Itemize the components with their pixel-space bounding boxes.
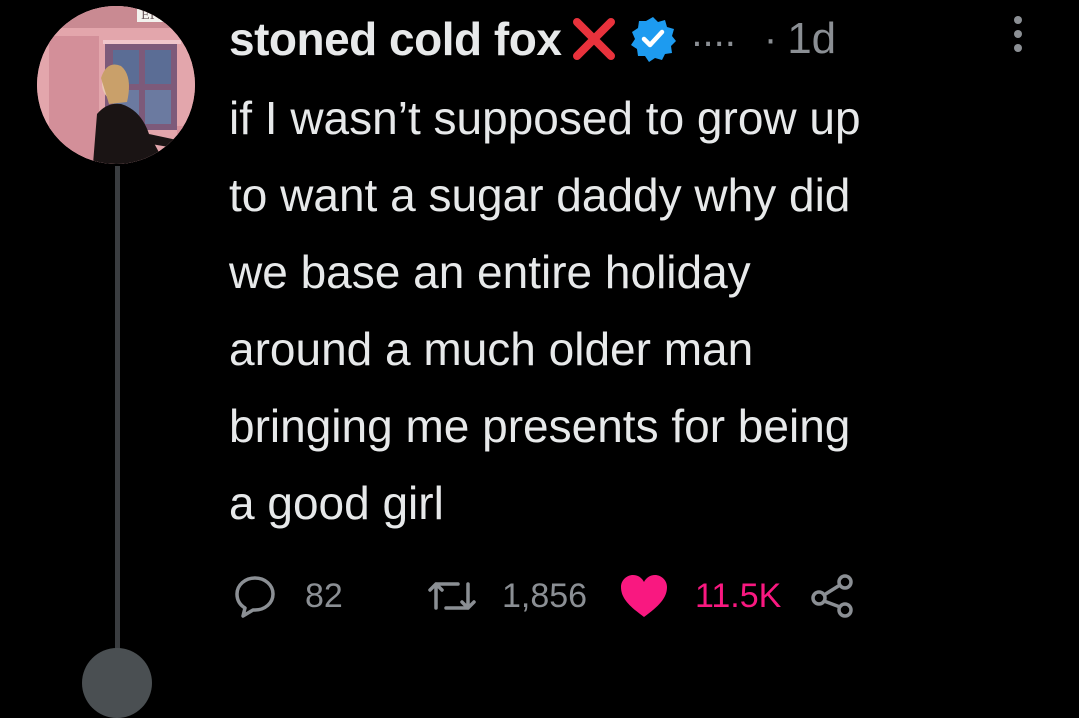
- name-truncation: ....: [691, 10, 736, 55]
- retweet-arrows-icon: [428, 582, 476, 610]
- avatar-sign-text: EPHO: [141, 8, 178, 22]
- vertical-dots-icon[interactable]: [1012, 14, 1024, 54]
- tweet-text: if I wasn’t supposed to grow up to want …: [229, 92, 861, 529]
- verified-badge-icon[interactable]: [629, 15, 677, 63]
- reply-count: 82: [305, 576, 343, 615]
- display-name[interactable]: stoned cold fox: [229, 12, 562, 66]
- retweet-button[interactable]: 1,856: [426, 574, 631, 618]
- retweet-count: 1,856: [502, 576, 588, 615]
- cross-mark-icon: [571, 16, 617, 62]
- share-nodes-icon: [811, 574, 854, 618]
- timestamp[interactable]: 1d: [787, 14, 836, 64]
- action-bar: 82 1,856 11.5K: [233, 568, 855, 624]
- share-button[interactable]: [811, 574, 855, 618]
- separator-dot: ·: [763, 16, 778, 61]
- tweet-header: stoned cold fox .... · 1d: [229, 8, 836, 70]
- avatar[interactable]: EPHO: [37, 6, 195, 164]
- heart-icon: [621, 575, 667, 617]
- like-button[interactable]: 11.5K: [619, 573, 781, 619]
- thread-line: [115, 166, 120, 660]
- like-count: 11.5K: [695, 576, 782, 615]
- speech-bubble-icon: [235, 576, 275, 618]
- next-avatar[interactable]: [82, 648, 152, 718]
- reply-button[interactable]: 82: [233, 574, 398, 618]
- tweet[interactable]: EPHO stoned cold fox .... · 1d if I wasn…: [0, 0, 1079, 718]
